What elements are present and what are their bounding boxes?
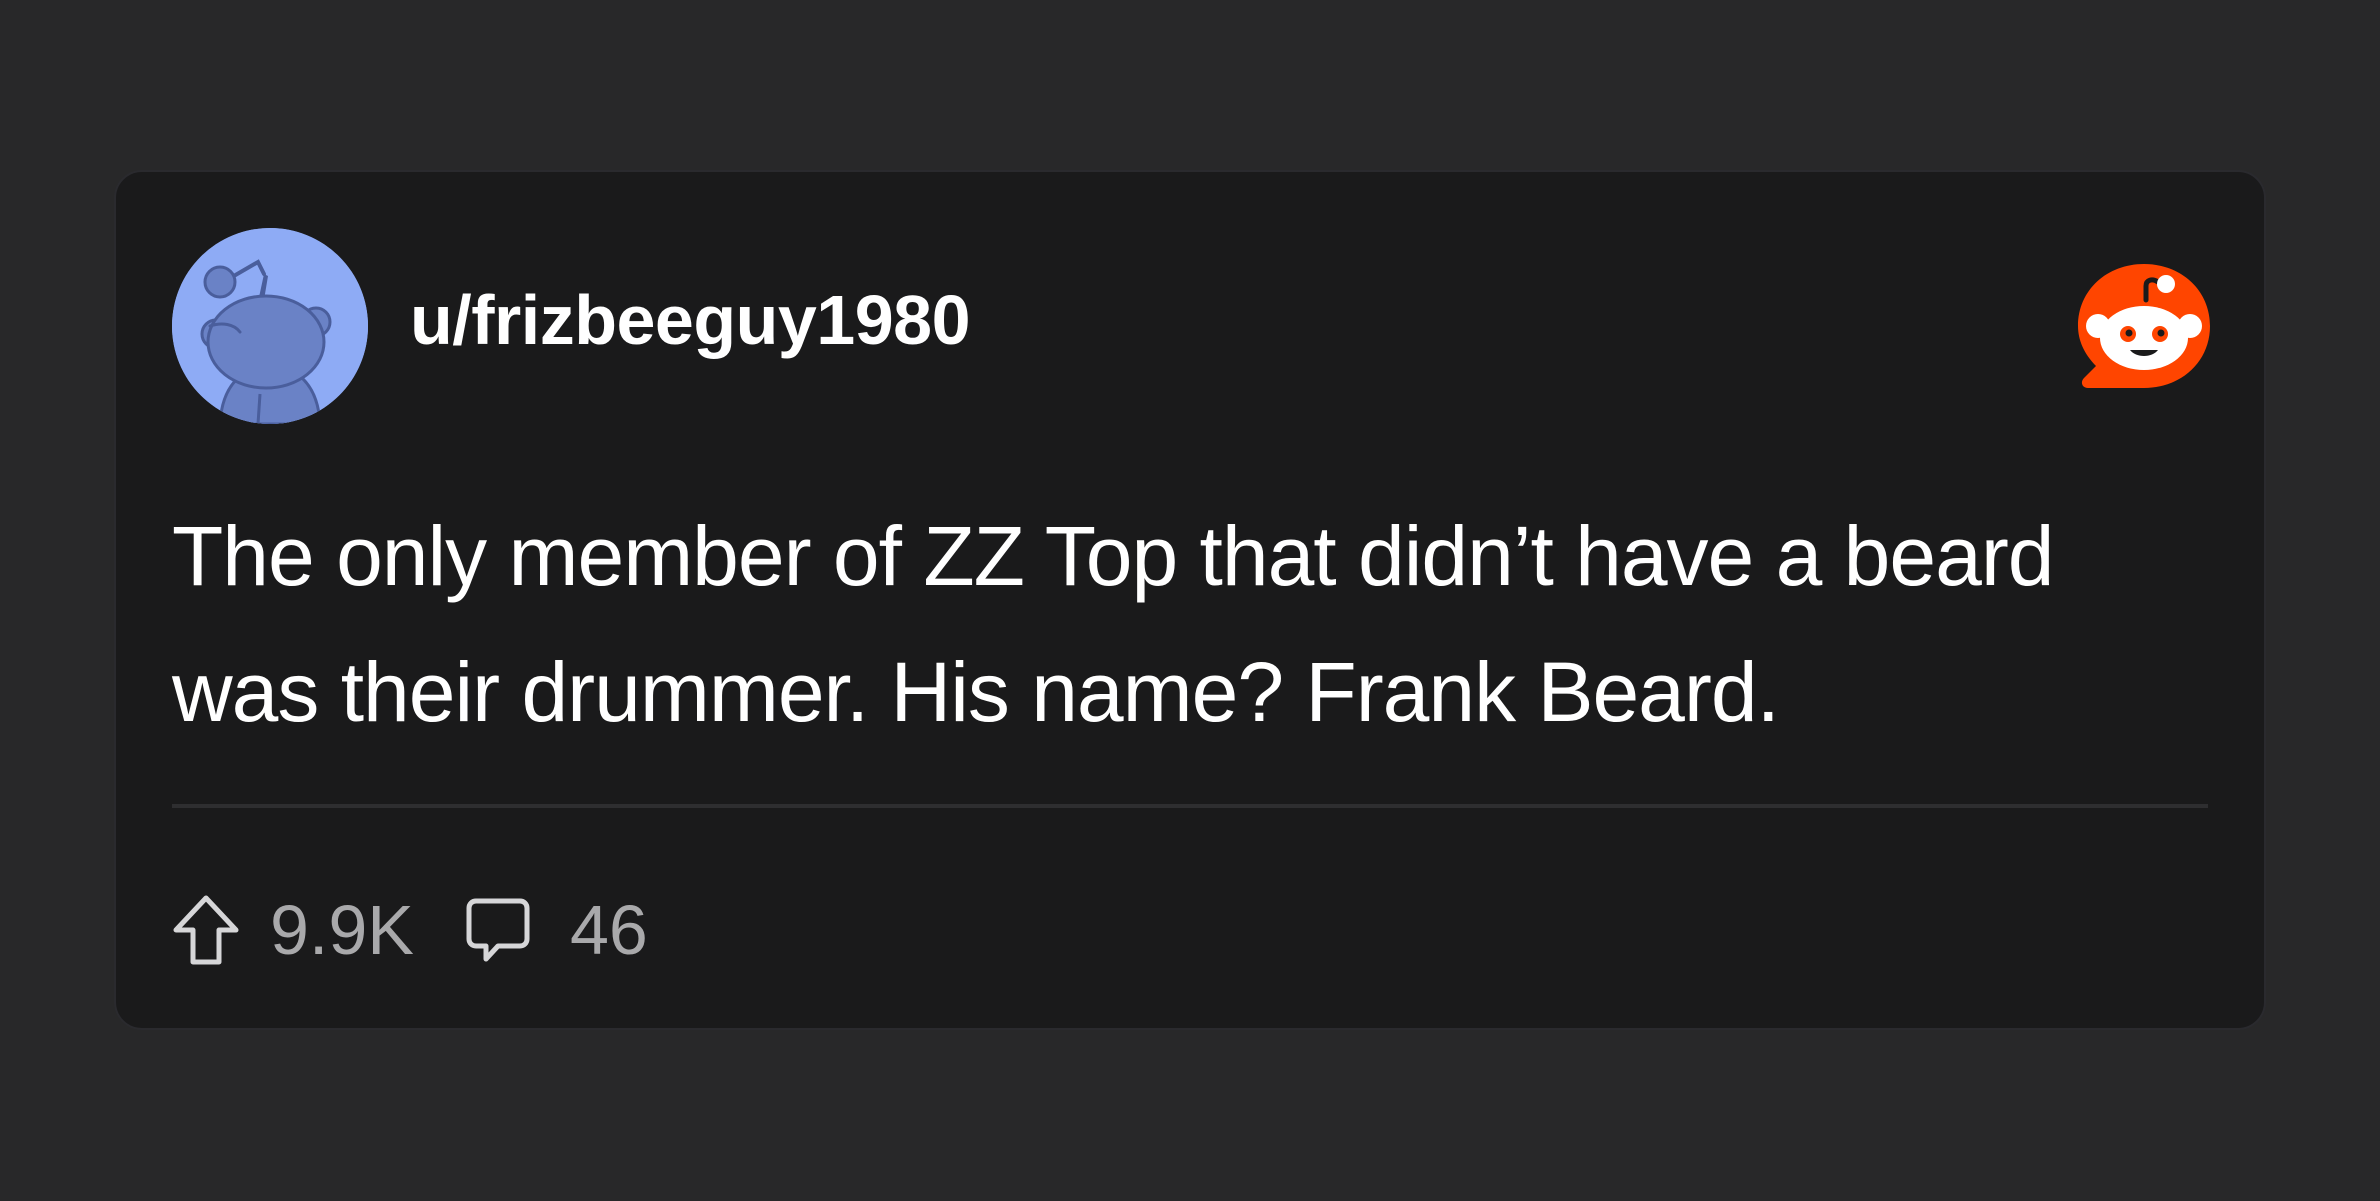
reddit-logo [2074,260,2214,400]
reddit-logo-icon [2078,264,2210,388]
divider [172,804,2208,808]
username[interactable]: u/frizbeeguy1980 [410,275,971,365]
comment-count: 46 [570,891,648,969]
comment-bubble-icon [466,898,530,962]
post-stats: 9.9K 46 [172,878,648,982]
upvote-arrow-icon [173,895,239,965]
comment-button[interactable] [464,895,532,965]
snoo-avatar-icon [172,228,368,424]
user-avatar[interactable] [172,228,368,424]
upvote-button[interactable] [172,894,240,966]
post-body-text: The only member of ZZ Top that didn’t ha… [172,509,2055,739]
upvote-count: 9.9K [270,891,414,969]
post-card[interactable]: u/frizbeeguy1980 The only member of ZZ T… [114,170,2266,1030]
